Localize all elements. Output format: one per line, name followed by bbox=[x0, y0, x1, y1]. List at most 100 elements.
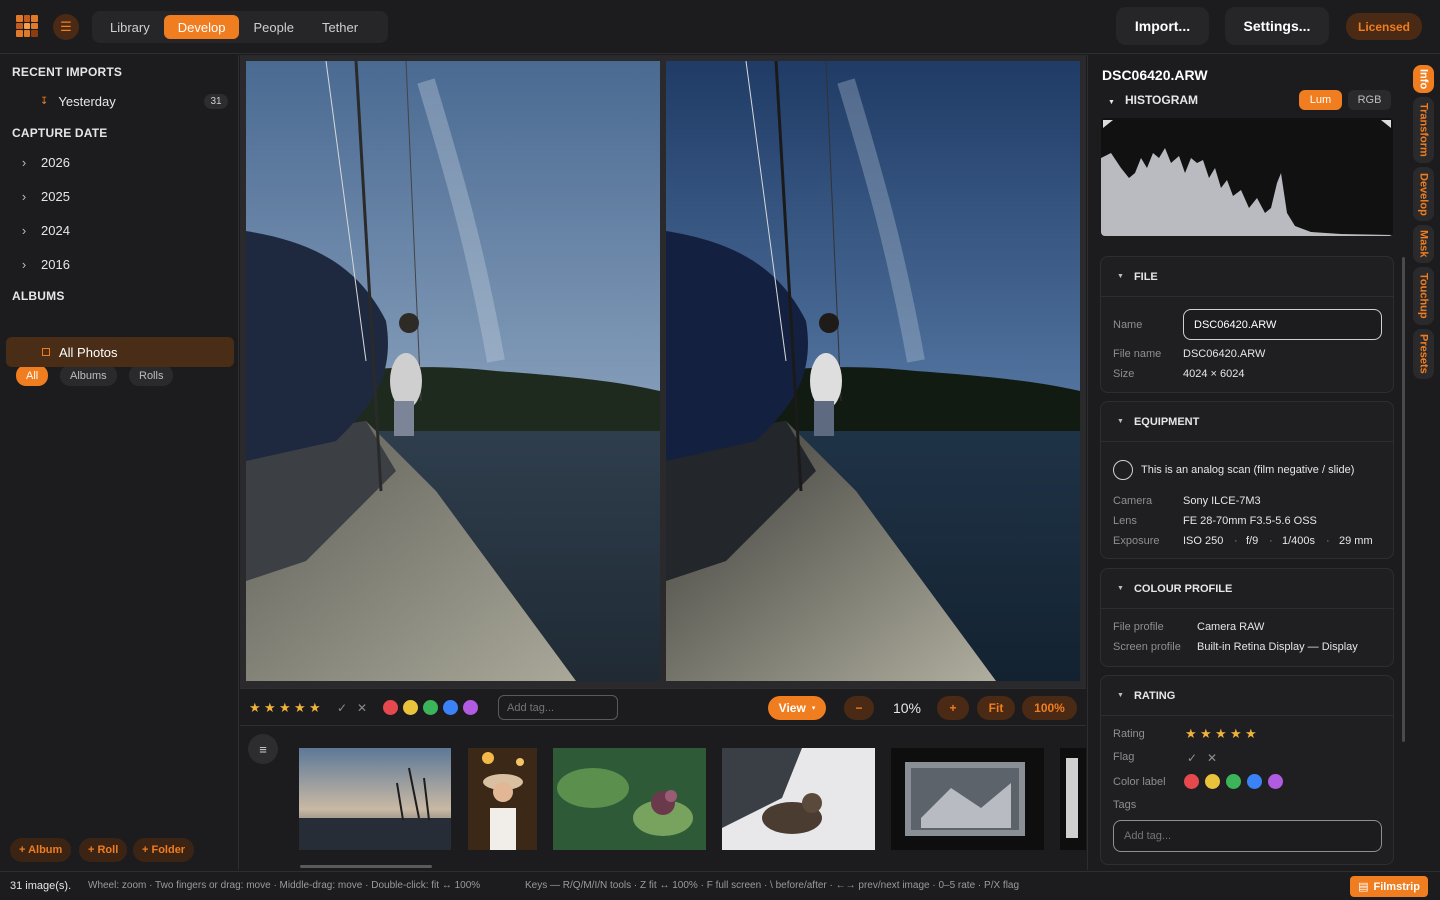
list-icon: ≡ bbox=[259, 741, 267, 757]
exposure-separator: · bbox=[1269, 535, 1273, 547]
thumbnail[interactable] bbox=[299, 748, 451, 850]
side-tab-presets[interactable]: Presets bbox=[1413, 329, 1434, 379]
fit-button[interactable]: Fit bbox=[977, 696, 1015, 720]
image-viewer[interactable] bbox=[240, 55, 1086, 688]
star-4[interactable]: ★ bbox=[1230, 726, 1242, 742]
thumbnail[interactable] bbox=[553, 748, 706, 850]
after-image[interactable] bbox=[666, 61, 1080, 681]
color-label-green[interactable] bbox=[423, 700, 438, 715]
reject-flag-button[interactable]: ✕ bbox=[357, 701, 367, 715]
rating-card: ▼ RATING Rating ★ ★ ★ ★ ★ Flag ✓ ✕ Color … bbox=[1100, 675, 1394, 865]
thumbnail[interactable] bbox=[468, 748, 537, 850]
star-3[interactable]: ★ bbox=[279, 700, 291, 716]
filter-albums[interactable]: Albums bbox=[60, 365, 117, 386]
star-1[interactable]: ★ bbox=[249, 700, 261, 716]
histogram-rgb-button[interactable]: RGB bbox=[1348, 90, 1391, 110]
thumbnail[interactable] bbox=[1060, 748, 1086, 850]
colour-profile-header[interactable]: ▼ COLOUR PROFILE bbox=[1101, 569, 1393, 609]
view-button[interactable]: View ▾ bbox=[768, 696, 826, 720]
tab-develop[interactable]: Develop bbox=[163, 15, 240, 39]
status-bar: 31 image(s). Wheel: zoom · Two fingers o… bbox=[0, 871, 1440, 900]
add-roll-button[interactable]: + Roll bbox=[79, 838, 128, 862]
year-2026[interactable]: › 2026 bbox=[12, 149, 230, 175]
colour-profile-card: ▼ COLOUR PROFILE File profile Camera RAW … bbox=[1100, 568, 1394, 667]
year-label: 2026 bbox=[41, 154, 70, 170]
side-tab-mask[interactable]: Mask bbox=[1413, 225, 1434, 263]
side-tab-touchup[interactable]: Touchup bbox=[1413, 267, 1434, 325]
keys-hint: Keys — R/Q/M/I/N tools · Z fit ↔ 100% · … bbox=[525, 880, 1020, 891]
before-image[interactable] bbox=[246, 61, 660, 681]
year-2025[interactable]: › 2025 bbox=[12, 183, 230, 209]
image-filename-heading: DSC06420.ARW bbox=[1102, 67, 1208, 83]
color-label-blue[interactable] bbox=[1247, 774, 1262, 789]
side-tab-develop[interactable]: Develop bbox=[1413, 167, 1434, 221]
thumbnail[interactable] bbox=[722, 748, 875, 850]
filter-rolls[interactable]: Rolls bbox=[129, 365, 174, 386]
zoom-in-button[interactable]: + bbox=[937, 696, 969, 720]
star-4[interactable]: ★ bbox=[294, 700, 306, 716]
hamburger-icon: ☰ bbox=[60, 19, 72, 34]
tags-input[interactable] bbox=[1113, 820, 1382, 852]
settings-button[interactable]: Settings... bbox=[1225, 7, 1329, 45]
import-button[interactable]: Import... bbox=[1116, 7, 1209, 45]
equipment-card-header[interactable]: ▼ EQUIPMENT bbox=[1101, 402, 1393, 442]
star-2[interactable]: ★ bbox=[264, 700, 276, 716]
pick-flag-button[interactable]: ✓ bbox=[337, 701, 347, 715]
histogram-lum-button[interactable]: Lum bbox=[1299, 90, 1342, 110]
album-icon bbox=[42, 348, 50, 356]
side-tab-info[interactable]: Info bbox=[1413, 65, 1434, 93]
tab-people[interactable]: People bbox=[239, 15, 307, 39]
star-2[interactable]: ★ bbox=[1200, 726, 1212, 742]
thumbnail[interactable] bbox=[891, 748, 1044, 850]
equipment-card-title: EQUIPMENT bbox=[1133, 415, 1200, 428]
analog-scan-checkbox[interactable] bbox=[1113, 460, 1133, 480]
pick-flag-button[interactable]: ✓ bbox=[1187, 751, 1197, 765]
star-5[interactable]: ★ bbox=[309, 700, 321, 716]
filmstrip-options-button[interactable]: ≡ bbox=[248, 734, 278, 764]
name-label: Name bbox=[1113, 319, 1143, 331]
analog-scan-label: This is an analog scan (film negative / … bbox=[1141, 464, 1355, 476]
recent-import-yesterday[interactable]: ↧ Yesterday 31 bbox=[12, 88, 230, 114]
histogram-title[interactable]: ▼ HISTOGRAM bbox=[1108, 93, 1198, 107]
zoom-level: 10% bbox=[892, 700, 922, 716]
year-2024[interactable]: › 2024 bbox=[12, 217, 230, 243]
collapse-triangle-icon: ▼ bbox=[1117, 273, 1124, 280]
file-card-header[interactable]: ▼ FILE bbox=[1101, 257, 1393, 297]
menu-button[interactable]: ☰ bbox=[53, 14, 79, 40]
add-album-button[interactable]: + Album bbox=[10, 838, 72, 862]
zoom-100-button[interactable]: 100% bbox=[1022, 696, 1077, 720]
zoom-out-button[interactable]: − bbox=[844, 696, 874, 720]
recent-imports-title: RECENT IMPORTS bbox=[12, 65, 123, 79]
color-label-red[interactable] bbox=[383, 700, 398, 715]
color-label-purple[interactable] bbox=[463, 700, 478, 715]
color-label-yellow[interactable] bbox=[1205, 774, 1220, 789]
tag-input[interactable] bbox=[498, 695, 618, 720]
filmstrip-icon: ▤ bbox=[1358, 881, 1369, 893]
filmstrip-button[interactable]: ▤ Filmstrip bbox=[1350, 876, 1428, 897]
filmstrip-scrollbar[interactable] bbox=[300, 865, 432, 868]
licensed-badge[interactable]: Licensed bbox=[1346, 13, 1422, 40]
chevron-down-icon: ▾ bbox=[811, 705, 816, 712]
panel-scrollbar[interactable] bbox=[1402, 257, 1405, 742]
color-label-yellow[interactable] bbox=[403, 700, 418, 715]
chevron-right-icon: › bbox=[21, 256, 27, 272]
star-1[interactable]: ★ bbox=[1185, 726, 1197, 742]
tab-library[interactable]: Library bbox=[96, 15, 164, 39]
side-tab-transform[interactable]: Transform bbox=[1413, 97, 1434, 163]
color-label-blue[interactable] bbox=[443, 700, 458, 715]
star-3[interactable]: ★ bbox=[1215, 726, 1227, 742]
reject-flag-button[interactable]: ✕ bbox=[1207, 751, 1217, 765]
color-label-green[interactable] bbox=[1226, 774, 1241, 789]
year-2016[interactable]: › 2016 bbox=[12, 251, 230, 277]
album-all-photos[interactable]: All Photos bbox=[6, 337, 234, 367]
filter-all[interactable]: All bbox=[16, 365, 49, 386]
tab-tether[interactable]: Tether bbox=[308, 15, 372, 39]
add-folder-button[interactable]: + Folder bbox=[133, 838, 195, 862]
star-5[interactable]: ★ bbox=[1245, 726, 1257, 742]
color-label-red[interactable] bbox=[1184, 774, 1199, 789]
file-profile-value: Camera RAW bbox=[1197, 621, 1265, 633]
color-label-purple[interactable] bbox=[1268, 774, 1283, 789]
screen-profile-value: Built-in Retina Display — Display bbox=[1197, 641, 1358, 653]
name-input[interactable] bbox=[1183, 309, 1382, 340]
rating-card-header[interactable]: ▼ RATING bbox=[1101, 676, 1393, 716]
